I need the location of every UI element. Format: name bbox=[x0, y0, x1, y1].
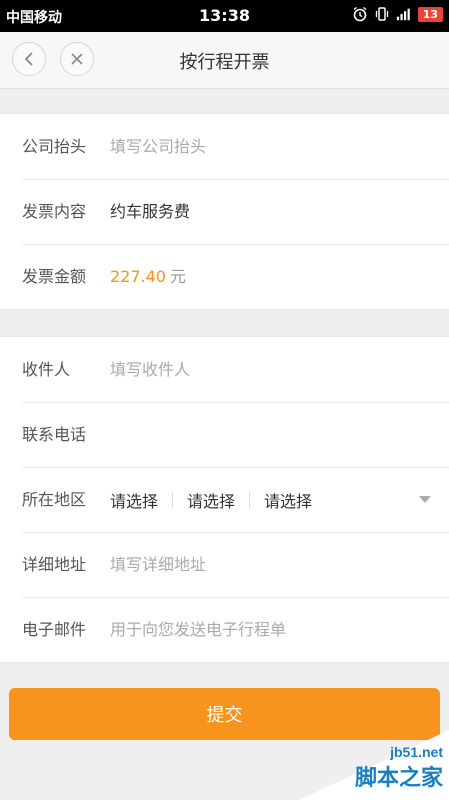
status-bar: 中国移动 13:38 13 bbox=[0, 0, 449, 32]
chevron-down-icon[interactable] bbox=[419, 496, 431, 503]
divider bbox=[249, 491, 251, 508]
watermark: jb51.net 脚本之家 bbox=[299, 730, 449, 800]
nav-bar: 按行程开票 bbox=[0, 32, 449, 89]
phone-label: 联系电话 bbox=[22, 425, 87, 444]
region-label: 所在地区 bbox=[22, 490, 87, 509]
district-select[interactable]: 请选择 bbox=[264, 488, 312, 512]
recipient-input[interactable]: 填写收件人 bbox=[110, 337, 190, 402]
company-title-label: 公司抬头 bbox=[22, 137, 87, 156]
status-icons: 13 bbox=[352, 6, 443, 22]
address-row[interactable]: 详细地址 填写详细地址 bbox=[0, 532, 449, 597]
email-label: 电子邮件 bbox=[22, 620, 87, 639]
battery-level: 13 bbox=[417, 6, 443, 22]
vibrate-icon bbox=[375, 7, 388, 21]
invoice-section: 公司抬头 填写公司抬头 发票内容 约车服务费 发票金额 227.40 元 bbox=[0, 113, 449, 310]
invoice-content-row: 发票内容 约车服务费 bbox=[0, 179, 449, 244]
address-label: 详细地址 bbox=[22, 555, 87, 574]
region-row[interactable]: 所在地区 请选择 请选择 请选择 bbox=[0, 467, 449, 532]
invoice-amount-row: 发票金额 227.40 元 bbox=[0, 244, 449, 309]
recipient-row[interactable]: 收件人 填写收件人 bbox=[0, 337, 449, 402]
recipient-label: 收件人 bbox=[22, 360, 71, 379]
phone-row[interactable]: 联系电话 bbox=[0, 402, 449, 467]
divider bbox=[172, 491, 174, 508]
recipient-section: 收件人 填写收件人 联系电话 所在地区 请选择 请选择 请选择 详细地址 填写详… bbox=[0, 336, 449, 663]
watermark-site: jb51.net bbox=[390, 744, 443, 760]
invoice-content-value: 约车服务费 bbox=[110, 202, 191, 221]
signal-icon bbox=[396, 8, 410, 21]
company-title-row[interactable]: 公司抬头 填写公司抬头 bbox=[0, 114, 449, 179]
invoice-amount-label: 发票金额 bbox=[22, 267, 87, 286]
city-select[interactable]: 请选择 bbox=[187, 488, 235, 512]
province-select[interactable]: 请选择 bbox=[110, 488, 158, 512]
email-row[interactable]: 电子邮件 用于向您发送电子行程单 bbox=[0, 597, 449, 662]
page-title: 按行程开票 bbox=[179, 52, 270, 73]
watermark-brand: 脚本之家 bbox=[354, 766, 443, 791]
amount-number: 227.40 bbox=[110, 267, 166, 286]
alarm-icon bbox=[353, 6, 367, 22]
company-title-input[interactable]: 填写公司抬头 bbox=[110, 114, 206, 179]
invoice-amount-value: 227.40 元 bbox=[110, 244, 186, 309]
invoice-content-label: 发票内容 bbox=[22, 202, 87, 221]
address-input[interactable]: 填写详细地址 bbox=[110, 532, 206, 597]
amount-unit: 元 bbox=[169, 267, 186, 286]
region-selector[interactable]: 请选择 请选择 请选择 bbox=[110, 467, 312, 532]
email-input[interactable]: 用于向您发送电子行程单 bbox=[110, 597, 286, 662]
